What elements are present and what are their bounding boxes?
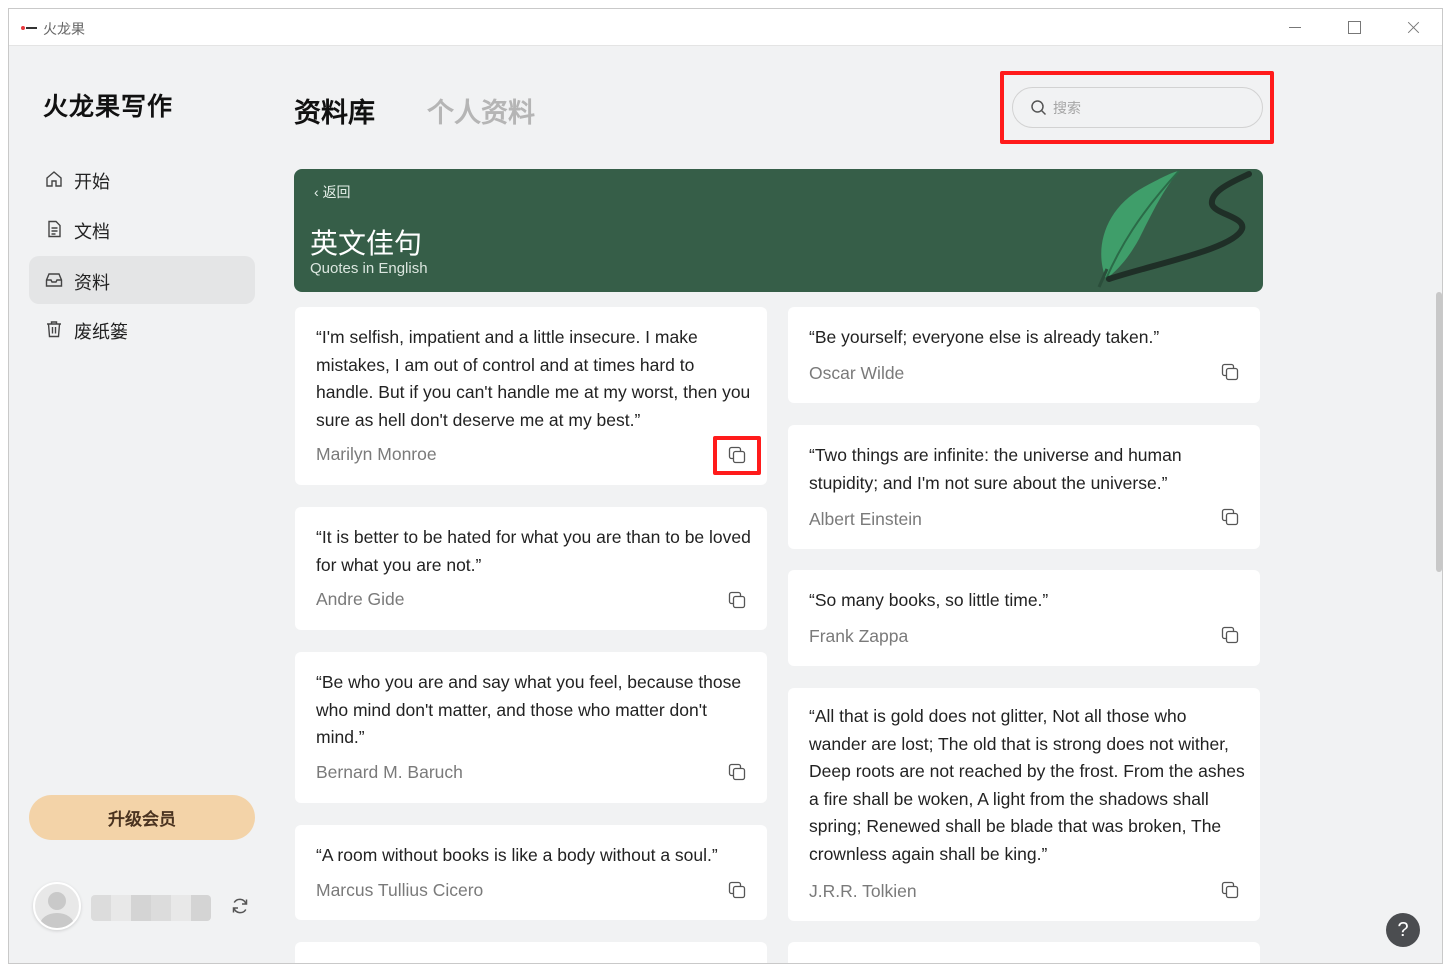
quote-card: “So many books, so little time.” Frank Z… [788, 570, 1260, 666]
quote-card: “A room without books is like a body wit… [295, 825, 767, 920]
document-icon [45, 220, 63, 238]
home-icon [45, 170, 63, 188]
quote-author: Marilyn Monroe [316, 444, 437, 464]
app-window: 火龙果 火龙果写作 开始 文档 资料 废纸篓 升级会员 资料库 个人资料 搜索 … [8, 8, 1443, 964]
sidebar-item-label: 资料 [74, 273, 110, 293]
back-link[interactable]: ‹ 返回 [314, 182, 351, 202]
quote-card-partial [788, 942, 1260, 963]
maximize-button[interactable] [1325, 9, 1383, 46]
username-redacted [91, 895, 211, 921]
trash-icon [45, 320, 63, 338]
sidebar-item-label: 开始 [74, 172, 110, 192]
back-label: 返回 [322, 184, 351, 200]
sidebar-item-start[interactable]: 开始 [29, 155, 255, 203]
close-button[interactable] [1384, 9, 1442, 46]
quote-card: “Be who you are and say what you feel, b… [295, 652, 767, 803]
tab-personal-materials[interactable]: 个人资料 [427, 91, 535, 130]
copy-icon[interactable] [1220, 507, 1240, 527]
sidebar-item-label: 文档 [74, 222, 110, 242]
quote-text: “Be yourself; everyone else is already t… [809, 327, 1160, 347]
copy-icon[interactable] [1220, 880, 1240, 900]
help-button[interactable]: ? [1386, 913, 1420, 947]
minimize-button[interactable] [1266, 9, 1324, 46]
quote-text: “All that is gold does not glitter, Not … [809, 706, 1245, 864]
upgrade-membership-button[interactable]: 升级会员 [29, 795, 255, 840]
quote-text: “It is better to be hated for what you a… [316, 527, 751, 575]
quote-author: J.R.R. Tolkien [809, 881, 917, 901]
sidebar-item-materials[interactable]: 资料 [29, 256, 255, 304]
quote-author: Bernard M. Baruch [316, 762, 463, 782]
copy-highlight-box [713, 436, 761, 475]
quote-author: Oscar Wilde [809, 363, 905, 383]
copy-icon[interactable] [727, 590, 747, 610]
quote-card-partial [295, 942, 767, 963]
quote-text: “So many books, so little time.” [809, 590, 1049, 610]
quote-author: Andre Gide [316, 589, 405, 609]
avatar[interactable] [33, 882, 81, 930]
scrollbar-thumb[interactable] [1436, 292, 1442, 572]
chevron-left-icon: ‹ [314, 184, 319, 200]
quote-card: “All that is gold does not glitter, Not … [788, 688, 1260, 921]
tab-library[interactable]: 资料库 [294, 91, 375, 130]
sidebar-item-label: 废纸篓 [74, 322, 128, 342]
copy-icon[interactable] [727, 762, 747, 782]
quote-text: “I'm selfish, impatient and a little ins… [316, 327, 751, 430]
quote-author: Albert Einstein [809, 509, 922, 529]
copy-icon[interactable] [1220, 625, 1240, 645]
quote-text: “Two things are infinite: the universe a… [809, 445, 1182, 493]
sidebar-item-documents[interactable]: 文档 [29, 205, 255, 253]
app-logo-icon [21, 23, 37, 33]
copy-icon[interactable] [1220, 362, 1240, 382]
quote-card: “I'm selfish, impatient and a little ins… [295, 307, 767, 485]
copy-icon[interactable] [727, 880, 747, 900]
quote-author: Marcus Tullius Cicero [316, 880, 484, 900]
quote-card: “Two things are infinite: the universe a… [788, 425, 1260, 549]
feather-illustration-icon [1097, 170, 1252, 288]
quote-card: “It is better to be hated for what you a… [295, 507, 767, 630]
title-bar: 火龙果 [9, 9, 1442, 46]
category-banner: ‹ 返回 英文佳句 Quotes in English [294, 169, 1263, 292]
sync-icon[interactable] [230, 896, 250, 916]
search-highlight-box [1000, 71, 1274, 144]
quote-text: “A room without books is like a body wit… [316, 845, 718, 865]
quote-text: “Be who you are and say what you feel, b… [316, 672, 742, 747]
app-logo: 火龙果写作 [43, 93, 174, 121]
quote-card: “Be yourself; everyone else is already t… [788, 307, 1260, 403]
sidebar-item-trash[interactable]: 废纸篓 [29, 305, 255, 353]
inbox-icon [45, 271, 63, 289]
quote-author: Frank Zappa [809, 626, 909, 646]
window-title: 火龙果 [43, 21, 85, 37]
banner-subtitle: Quotes in English [310, 260, 428, 277]
banner-title: 英文佳句 [310, 228, 423, 259]
